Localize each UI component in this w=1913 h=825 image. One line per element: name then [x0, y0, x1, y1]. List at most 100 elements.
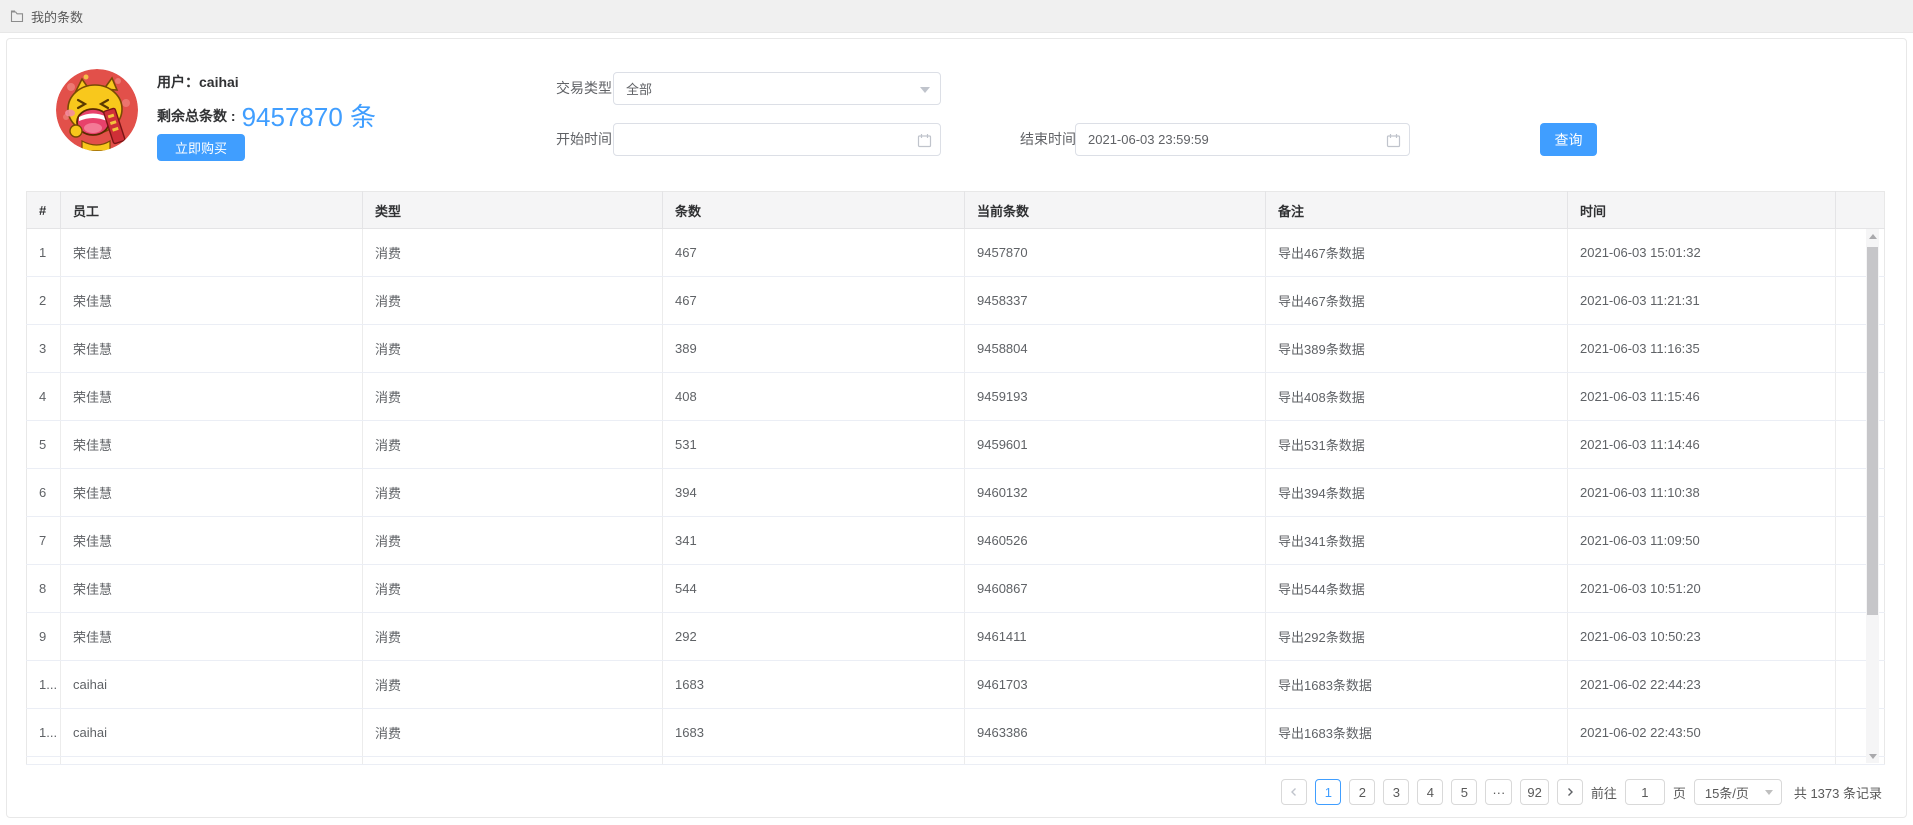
table-cell: 荣佳慧	[61, 469, 363, 517]
total-records-label: 共 1373 条记录	[1794, 783, 1882, 802]
transaction-type-select[interactable]: 全部	[613, 72, 941, 105]
table-cell: 导出389条数据	[1266, 325, 1568, 373]
table-cell: 消费	[363, 469, 663, 517]
vertical-scrollbar[interactable]	[1866, 229, 1879, 763]
page-size-select[interactable]: 15条/页	[1694, 779, 1782, 805]
table-cell: 3	[27, 325, 61, 373]
table-cell: 消费	[363, 277, 663, 325]
table-row: 8荣佳慧消费5449460867导出544条数据2021-06-03 10:51…	[27, 565, 1885, 613]
table-cell: 2021-06-03 11:10:38	[1568, 469, 1836, 517]
table-cell: 2021-06-02 22:43:50	[1568, 709, 1836, 757]
table-row: 3荣佳慧消费3899458804导出389条数据2021-06-03 11:16…	[27, 325, 1885, 373]
remaining-value: 9457870 条	[242, 97, 376, 134]
calendar-icon[interactable]	[917, 133, 932, 151]
table-cell: 导出467条数据	[1266, 277, 1568, 325]
chevron-down-icon	[920, 87, 930, 93]
table-cell: 1...	[27, 709, 61, 757]
start-time-field	[613, 123, 941, 156]
table-cell: 荣佳慧	[61, 277, 363, 325]
table-cell: 1683	[663, 661, 965, 709]
table-row: 6荣佳慧消费3949460132导出394条数据2021-06-03 11:10…	[27, 469, 1885, 517]
table-cell: 9459601	[965, 421, 1266, 469]
scroll-up-icon[interactable]	[1866, 229, 1879, 243]
column-header: #	[27, 192, 61, 229]
chevron-down-icon	[1765, 790, 1773, 795]
table-cell: 消费	[363, 613, 663, 661]
table-cell: 7	[27, 517, 61, 565]
table-cell: 2021-06-03 11:15:46	[1568, 373, 1836, 421]
table-cell: 导出341条数据	[1266, 517, 1568, 565]
goto-page-input[interactable]	[1625, 779, 1665, 805]
table-cell: 9457870	[965, 229, 1266, 277]
table-cell: 荣佳慧	[61, 373, 363, 421]
search-button[interactable]: 查询	[1540, 123, 1597, 156]
table-cell: caihai	[61, 661, 363, 709]
end-time-input[interactable]	[1088, 132, 1379, 147]
table-cell: 394	[663, 469, 965, 517]
end-time-label: 结束时间	[1020, 123, 1076, 156]
table-cell: 荣佳慧	[61, 517, 363, 565]
page-button[interactable]: 2	[1349, 779, 1375, 805]
next-page-button[interactable]	[1557, 779, 1583, 805]
prev-page-button[interactable]	[1281, 779, 1307, 805]
table-cell: 292	[663, 613, 965, 661]
table-cell: 1683	[663, 709, 965, 757]
table-cell: 荣佳慧	[61, 565, 363, 613]
table-cell: 2021-06-03 11:21:31	[1568, 277, 1836, 325]
page-button[interactable]: 4	[1417, 779, 1443, 805]
table-cell: 2021-06-03 15:01:32	[1568, 229, 1836, 277]
table-cell: 消费	[363, 661, 663, 709]
remaining-label: 剩余总条数 :	[157, 106, 236, 126]
scroll-down-icon[interactable]	[1866, 749, 1879, 763]
table-cell: 导出1683条数据	[1266, 709, 1568, 757]
table-cell: 9460132	[965, 469, 1266, 517]
table-cell: 导出544条数据	[1266, 565, 1568, 613]
table-cell: 消费	[363, 709, 663, 757]
table-cell: 消费	[363, 517, 663, 565]
table-cell: 9458337	[965, 277, 1266, 325]
start-time-input[interactable]	[626, 132, 910, 147]
table-cell: 6	[27, 469, 61, 517]
table-cell: 消费	[363, 373, 663, 421]
table-cell: 9460526	[965, 517, 1266, 565]
page-button[interactable]: 92	[1520, 779, 1548, 805]
table-cell: 1...	[27, 661, 61, 709]
start-time-label: 开始时间	[556, 123, 612, 156]
table-row: 7荣佳慧消费3419460526导出341条数据2021-06-03 11:09…	[27, 517, 1885, 565]
goto-label: 前往	[1591, 783, 1617, 802]
table-row: 1...caihai消费16839461703导出1683条数据2021-06-…	[27, 661, 1885, 709]
table-cell: 消费	[363, 421, 663, 469]
remaining-count: 剩余总条数 : 9457870 条	[157, 97, 376, 134]
table-row: 1荣佳慧消费4679457870导出467条数据2021-06-03 15:01…	[27, 229, 1885, 277]
records-table: #员工类型条数当前条数备注时间 1荣佳慧消费4679457870导出467条数据…	[26, 191, 1884, 764]
column-header: 类型	[363, 192, 663, 229]
more-pages-button[interactable]: ···	[1485, 779, 1512, 805]
table-cell: 荣佳慧	[61, 421, 363, 469]
page-button[interactable]: 3	[1383, 779, 1409, 805]
table-cell: 2021-06-03 11:16:35	[1568, 325, 1836, 373]
column-header: 时间	[1568, 192, 1836, 229]
table-cell: 荣佳慧	[61, 229, 363, 277]
page-button[interactable]: 1	[1315, 779, 1341, 805]
table-cell: 导出467条数据	[1266, 229, 1568, 277]
folder-icon	[10, 9, 24, 23]
page-button[interactable]: 5	[1451, 779, 1477, 805]
user-name: 用户：caihai	[157, 72, 239, 92]
table-cell: 467	[663, 277, 965, 325]
table-cell: 9459193	[965, 373, 1266, 421]
column-header: 当前条数	[965, 192, 1266, 229]
table-cell: caihai	[61, 709, 363, 757]
table-cell: 导出394条数据	[1266, 469, 1568, 517]
buy-now-button[interactable]: 立即购买	[157, 134, 245, 161]
table-row: 5荣佳慧消费5319459601导出531条数据2021-06-03 11:14…	[27, 421, 1885, 469]
topbar: 我的条数	[0, 0, 1913, 33]
table-row: 2荣佳慧消费4679458337导出467条数据2021-06-03 11:21…	[27, 277, 1885, 325]
table-cell: 9463386	[965, 709, 1266, 757]
table-cell: 导出1683条数据	[1266, 661, 1568, 709]
table-row-partial	[27, 757, 1885, 765]
table-cell: 导出292条数据	[1266, 613, 1568, 661]
table-row: 1...caihai消费16839463386导出1683条数据2021-06-…	[27, 709, 1885, 757]
table-cell: 导出408条数据	[1266, 373, 1568, 421]
scrollbar-thumb[interactable]	[1867, 247, 1878, 615]
calendar-icon[interactable]	[1386, 133, 1401, 151]
